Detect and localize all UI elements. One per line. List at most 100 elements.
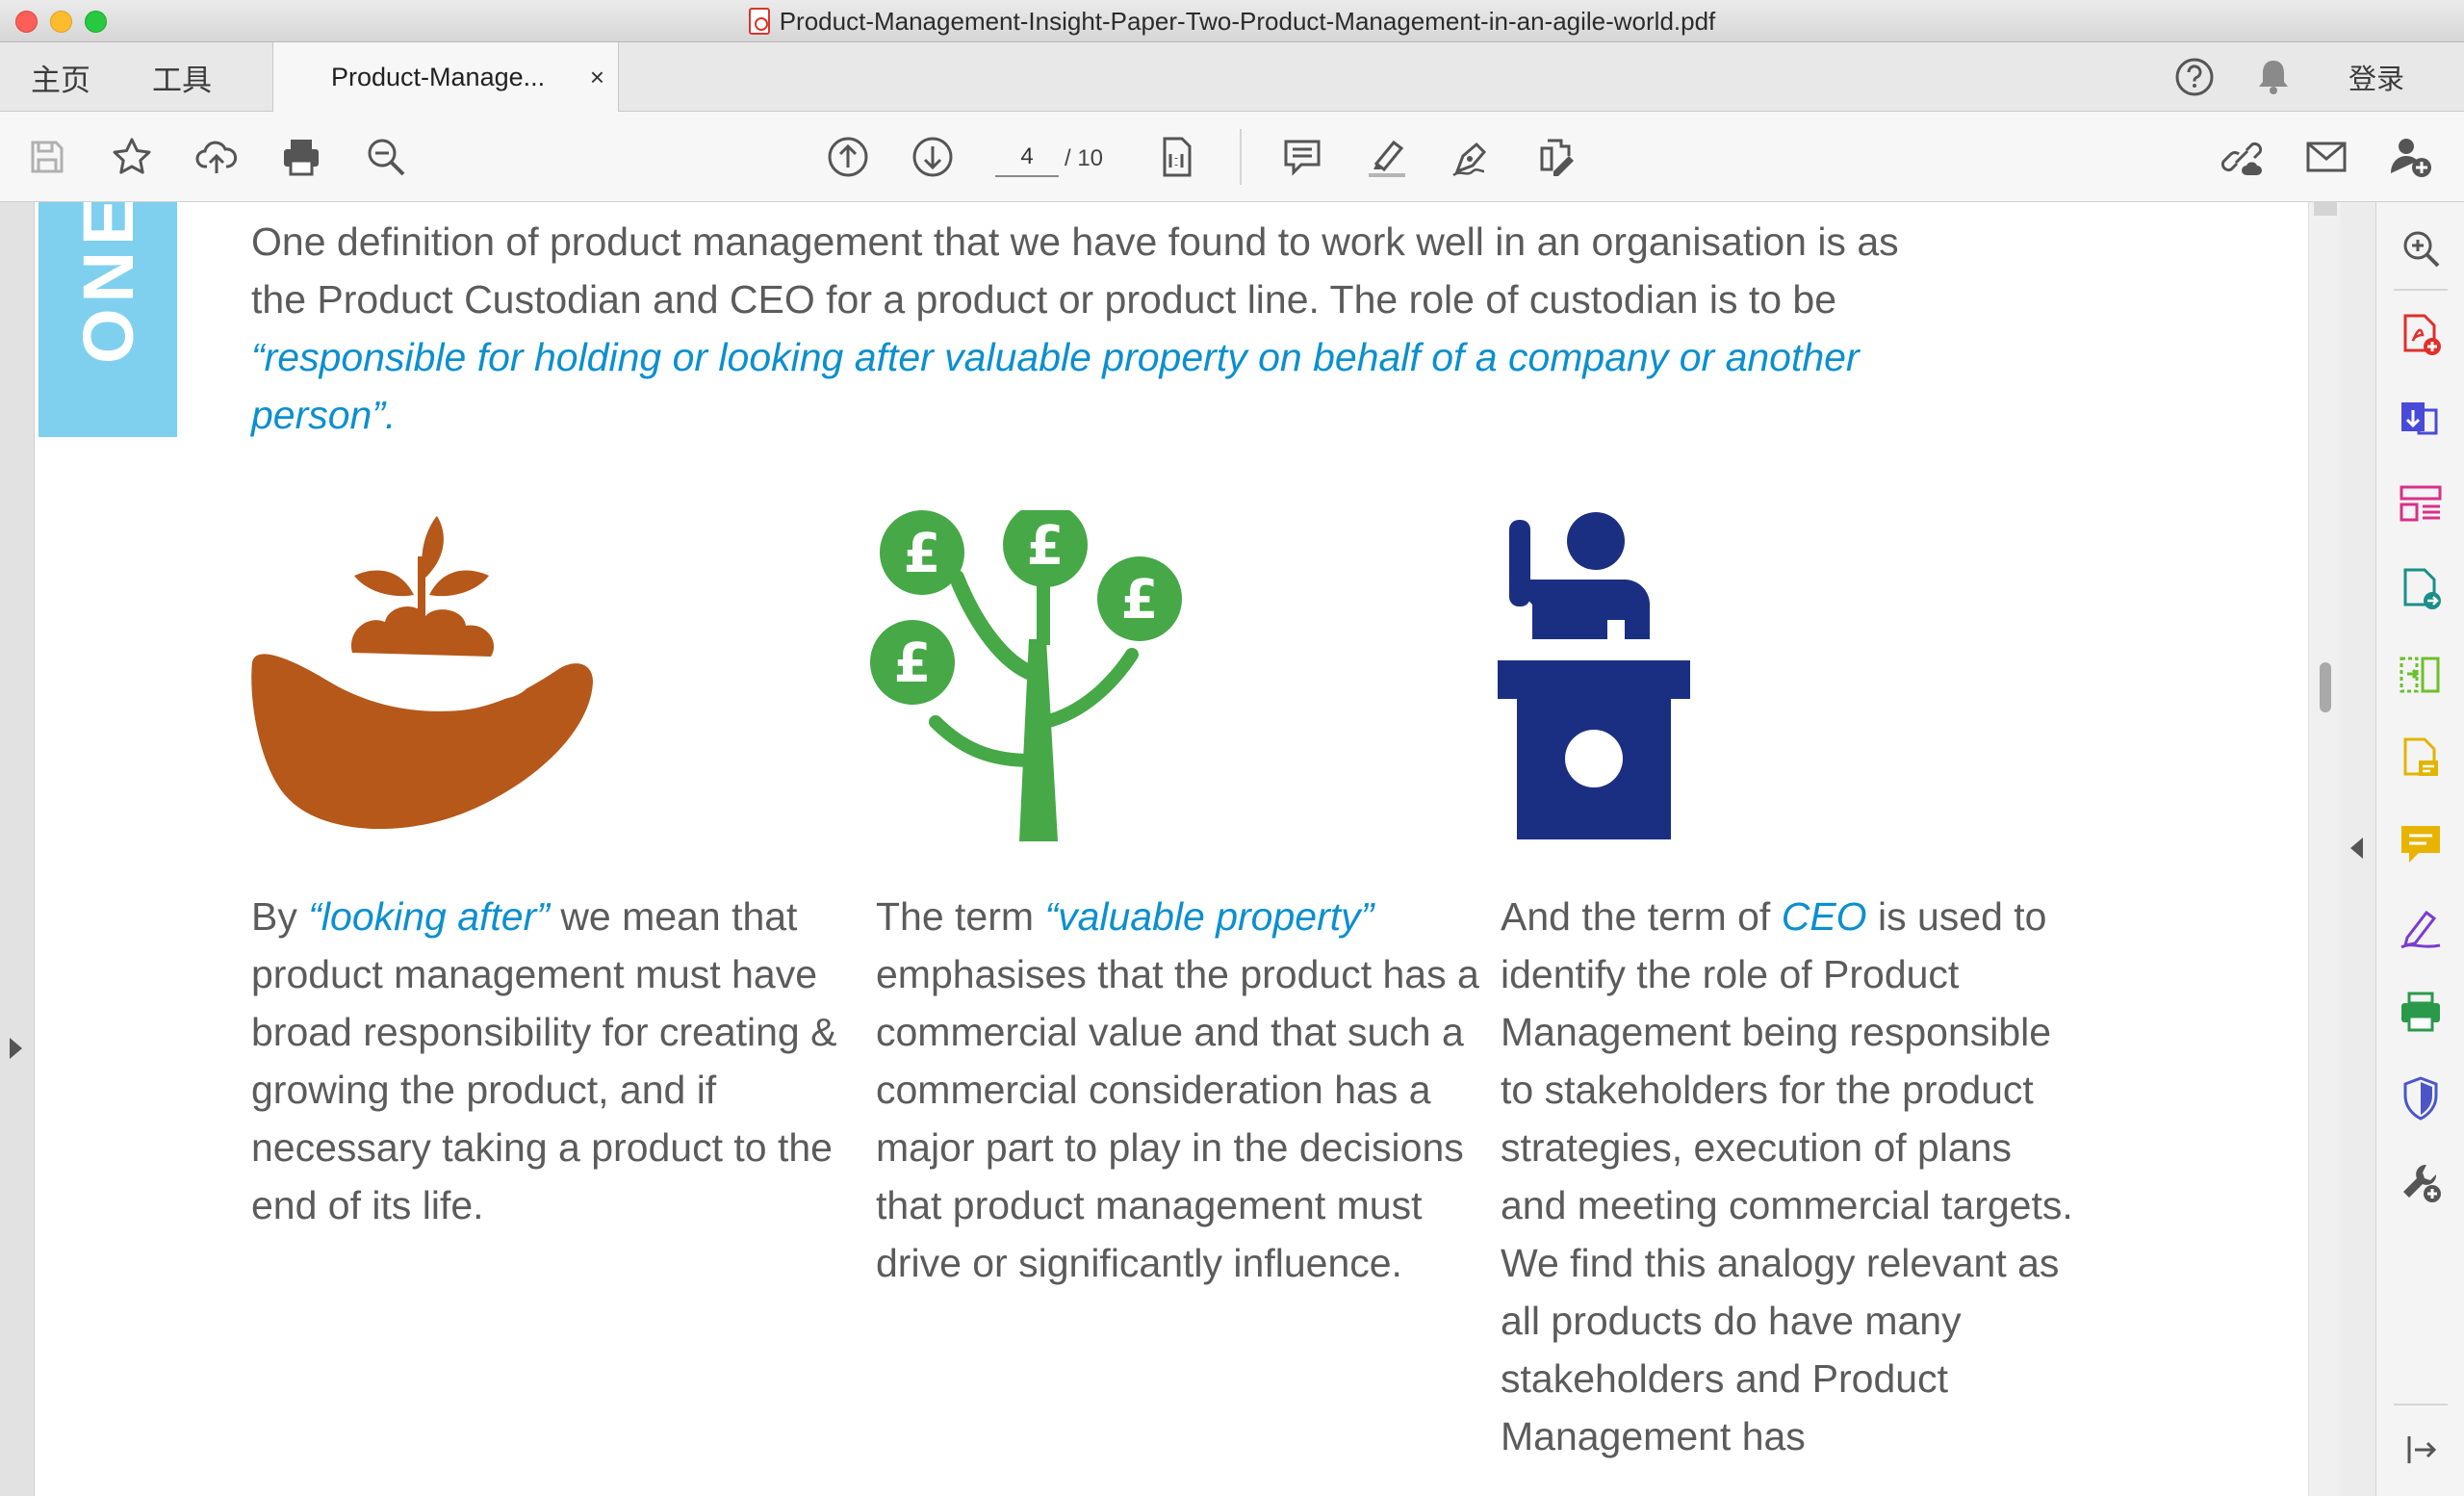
col2-text-post: emphasises that the product has a commer… (876, 952, 1479, 1285)
pen-nib-icon (1452, 142, 1487, 177)
expand-left-arrow-icon (10, 1038, 22, 1059)
tab-document[interactable]: Product-Manage... × (272, 42, 619, 113)
notifications-button[interactable] (2254, 42, 2293, 112)
pdf-file-icon (748, 8, 770, 35)
fill-sign-button[interactable] (1532, 133, 1580, 181)
tab-bar: 主页 工具 Product-Manage... × 登录 (0, 42, 2464, 113)
rp-search-button[interactable] (2396, 223, 2446, 273)
add-person-icon (2391, 139, 2431, 177)
toolbar-divider (1240, 129, 1242, 185)
edit-document-icon (1540, 139, 1574, 176)
intro-paragraph: One definition of product management tha… (251, 213, 1926, 444)
share-link-button[interactable] (2218, 133, 2266, 181)
rp-more-tools-button[interactable] (2396, 1157, 2446, 1207)
shield-icon (2403, 1076, 2438, 1121)
rp-comment-button[interactable] (2396, 818, 2446, 868)
scrollbar-top-cap (2314, 202, 2337, 216)
rp-create-pdf-button[interactable] (2396, 310, 2446, 360)
print-production-icon (2401, 992, 2440, 1032)
star-icon (113, 138, 151, 174)
tools-pane-divider (2394, 289, 2448, 291)
tab-tools[interactable]: 工具 (152, 42, 212, 112)
window-title: Product-Management-Insight-Paper-Two-Pro… (779, 6, 1716, 36)
save-button[interactable] (23, 133, 71, 181)
tools-pane-bottom-divider (2394, 1404, 2448, 1406)
rp-export-pdf-button[interactable] (2396, 395, 2446, 445)
rp-protect-button[interactable] (2396, 1072, 2446, 1122)
comment-icon (1284, 140, 1321, 176)
rp-collapse-pane-button[interactable] (2396, 1425, 2446, 1475)
podium-speaker-illustration (1498, 512, 1690, 839)
magnifier-icon (2403, 231, 2440, 268)
printer-icon (284, 140, 319, 176)
col3-highlight: CEO (1781, 894, 1867, 939)
bookmark-button[interactable] (108, 133, 156, 181)
tab-close-button[interactable]: × (590, 63, 604, 92)
col2-highlight: “valuable property” (1044, 894, 1374, 939)
comment-button[interactable] (1278, 133, 1326, 181)
help-button[interactable] (2173, 42, 2216, 112)
rp-edit-pdf-button[interactable] (2396, 734, 2446, 784)
add-user-button[interactable] (2387, 133, 2435, 181)
arrow-down-circle-icon (912, 137, 953, 177)
title-bar: Product-Management-Insight-Paper-Two-Pro… (0, 0, 2464, 42)
section-band: ONE (38, 202, 177, 437)
send-for-review-icon (2403, 568, 2441, 609)
actual-size-icon (1163, 137, 1192, 177)
bell-icon (2259, 61, 2288, 94)
intro-quote: “responsible for holding or looking afte… (251, 335, 1860, 437)
money-tree-illustration: £ £ £ £ (870, 510, 1182, 841)
collapse-pane-icon (2407, 1436, 2437, 1463)
rp-organize-pages-button[interactable] (2396, 479, 2446, 529)
column-ceo: And the term of CEO is used to identify … (1501, 888, 2078, 1465)
hand-seedling-illustration (251, 516, 593, 830)
col3-text-pre: And the term of (1501, 894, 1782, 939)
help-icon (2175, 58, 2214, 96)
rp-print-production-button[interactable] (2396, 988, 2446, 1038)
page-number-input[interactable] (995, 139, 1059, 177)
compare-files-icon (2400, 657, 2440, 693)
collapse-right-arrow-icon (2350, 838, 2363, 859)
main-toolbar: / 10 (0, 112, 2464, 202)
right-panel-toggle[interactable] (2341, 202, 2375, 1496)
intro-text: One definition of product management tha… (251, 219, 1899, 322)
col1-text-pre: By (251, 894, 309, 939)
rp-fill-sign-button[interactable] (2396, 903, 2446, 953)
wrench-add-icon (2403, 1164, 2441, 1202)
highlighter-icon (1369, 140, 1405, 177)
signin-link[interactable]: 登录 (2348, 42, 2404, 112)
zoom-out-icon (368, 139, 405, 176)
organize-pages-icon (2400, 485, 2442, 522)
zoom-out-button[interactable] (362, 133, 410, 181)
actual-size-button[interactable] (1153, 133, 1201, 181)
create-pdf-icon (2403, 314, 2441, 355)
window-title-area: Product-Management-Insight-Paper-Two-Pro… (0, 0, 2464, 42)
left-panel-toggle[interactable] (0, 202, 35, 1496)
scrollbar-thumb[interactable] (2320, 662, 2331, 712)
section-tag: ONE (68, 202, 148, 364)
comment-bubble-icon (2401, 826, 2440, 863)
col1-highlight: “looking after” (308, 894, 550, 939)
vertical-scrollbar[interactable] (2308, 202, 2341, 1496)
upload-cloud-button[interactable] (192, 133, 241, 181)
pdf-page: ONE One definition of product management… (35, 202, 2308, 1496)
pound-coin-4: £ (894, 632, 932, 695)
email-button[interactable] (2302, 133, 2350, 181)
print-button[interactable] (277, 133, 325, 181)
col3-text-post: is used to identify the role of Product … (1501, 894, 2073, 1458)
rp-send-review-button[interactable] (2396, 564, 2446, 614)
col1-text-post: we mean that product management must hav… (251, 894, 837, 1227)
tab-document-label: Product-Manage... (331, 63, 546, 91)
highlight-button[interactable] (1363, 133, 1411, 181)
next-page-button[interactable] (909, 133, 957, 181)
previous-page-button[interactable] (824, 133, 872, 181)
tab-home[interactable]: 主页 (31, 42, 90, 112)
save-icon (31, 141, 64, 173)
column-valuable-property: The term “valuable property” emphasises … (876, 888, 1492, 1292)
draw-button[interactable] (1448, 133, 1496, 181)
pound-coin-3: £ (1121, 569, 1159, 632)
arrow-up-circle-icon (828, 137, 868, 177)
page-total: / 10 (1065, 145, 1104, 171)
cloud-upload-icon (195, 141, 238, 173)
rp-compare-button[interactable] (2396, 649, 2446, 699)
